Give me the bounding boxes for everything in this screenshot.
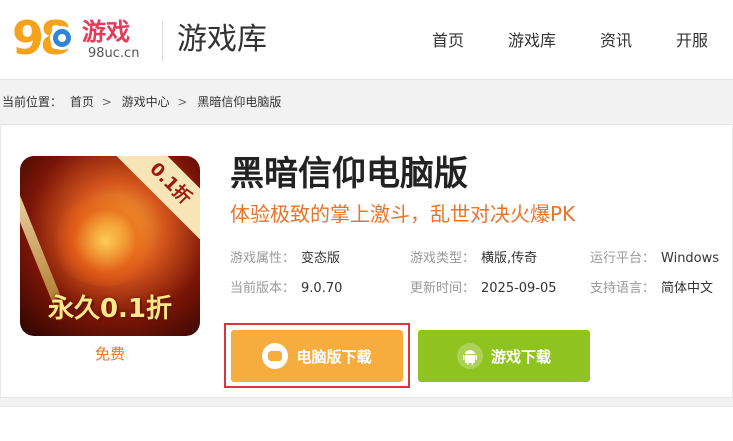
info-value: 简体中文: [661, 281, 714, 296]
game-download-label: 游戏下载: [490, 347, 551, 366]
gamepad-icon: [262, 343, 289, 369]
pc-download-label: 电脑版下载: [296, 347, 372, 366]
logo-url: 98uc.cn: [88, 46, 140, 61]
info-value: 2025-09-05: [481, 281, 557, 296]
info-value: 变态版: [301, 251, 341, 266]
site-header: 98 游戏 98uc.cn 游戏库 首页 游戏库 资讯 开服: [0, 0, 733, 80]
info-platform: 运行平台： Windows: [590, 250, 719, 268]
game-cover-image: 0.1折 永久0.1折: [20, 156, 200, 336]
info-version: 当前版本： 9.0.70: [230, 280, 342, 298]
info-key: 支持语言：: [590, 281, 656, 296]
info-updated: 更新时间： 2025-09-05: [410, 280, 557, 298]
info-key: 游戏类型：: [410, 251, 476, 266]
breadcrumb-separator: >: [177, 95, 188, 109]
info-attribute: 游戏属性： 变态版: [230, 250, 340, 268]
breadcrumb-separator: >: [101, 95, 112, 109]
info-key: 游戏属性：: [230, 251, 296, 266]
info-value: 9.0.70: [301, 281, 343, 296]
info-key: 当前版本：: [230, 281, 296, 296]
breadcrumb: 当前位置： 首页 > 游戏中心 > 黑暗信仰电脑版: [2, 92, 285, 112]
info-value: Windows: [661, 251, 720, 266]
pc-download-button[interactable]: 电脑版下载: [231, 330, 403, 382]
cover-flame-art: [50, 196, 160, 286]
info-key: 更新时间：: [410, 281, 476, 296]
breadcrumb-prefix: 当前位置：: [2, 95, 63, 109]
nav-game-library[interactable]: 游戏库: [508, 26, 556, 56]
breadcrumb-current: 黑暗信仰电脑版: [197, 95, 282, 109]
info-language: 支持语言： 简体中文: [590, 280, 713, 298]
breadcrumb-home[interactable]: 首页: [70, 95, 94, 109]
info-value: 横版,传奇: [481, 251, 538, 266]
cover-discount-text: 永久0.1折: [47, 294, 173, 324]
info-key: 运行平台：: [590, 251, 656, 266]
breadcrumb-game-center[interactable]: 游戏中心: [122, 95, 170, 109]
price-label: 免费: [94, 345, 125, 363]
info-type: 游戏类型： 横版,传奇: [410, 250, 537, 268]
game-slogan: 体验极致的掌上激斗，乱世对决火爆PK: [230, 202, 576, 226]
next-section: [0, 406, 733, 441]
logo-text: 游戏: [82, 18, 130, 46]
game-download-button[interactable]: 游戏下载: [418, 330, 590, 382]
site-logo[interactable]: 98 游戏 98uc.cn: [12, 12, 152, 66]
nav-news[interactable]: 资讯: [600, 26, 632, 56]
nav-home[interactable]: 首页: [432, 26, 464, 56]
android-icon: [456, 343, 483, 369]
nav-server-open[interactable]: 开服: [676, 26, 708, 56]
logo-eye-icon: [50, 26, 74, 50]
section-title: 游戏库: [177, 22, 267, 57]
header-divider: [162, 20, 163, 62]
game-title: 黑暗信仰电脑版: [230, 154, 468, 194]
